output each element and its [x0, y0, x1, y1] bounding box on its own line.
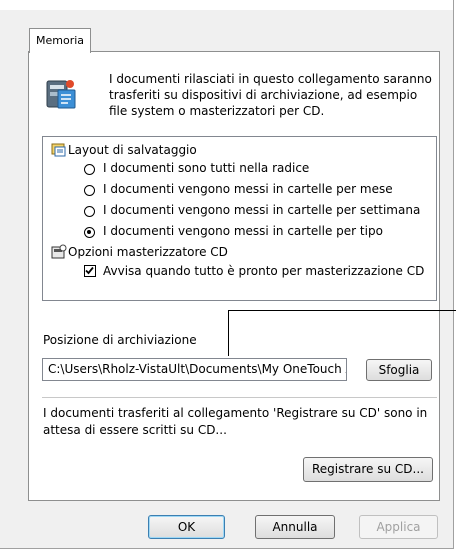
tab-memoria[interactable]: Memoria: [29, 28, 92, 53]
radio-month[interactable]: [84, 185, 95, 196]
apply-button[interactable]: Applica: [359, 515, 438, 539]
tab-panel: I documenti rilasciati in questo collega…: [28, 51, 440, 501]
separator: [42, 397, 437, 398]
storage-device-icon: [46, 80, 76, 109]
radio-type-label[interactable]: I documenti vengono messi in cartelle pe…: [103, 222, 383, 240]
radio-root[interactable]: [84, 164, 95, 175]
callout-line-horizontal: [228, 310, 456, 311]
callout-line-vertical: [228, 310, 229, 356]
properties-dialog: Memoria I documenti rilasciati in questo…: [0, 0, 454, 549]
storage-location-label: Posizione di archiviazione: [43, 333, 197, 347]
radio-month-label[interactable]: I documenti vengono messi in cartelle pe…: [103, 180, 393, 198]
top-strip: [0, 0, 453, 10]
cd-burner-options-icon: [51, 244, 67, 259]
radio-week-label[interactable]: I documenti vengono messi in cartelle pe…: [103, 201, 420, 219]
notify-checkbox[interactable]: [84, 265, 96, 277]
options-list[interactable]: Layout di salvataggio I documenti sono t…: [42, 136, 437, 301]
burn-info-text: I documenti trasferiti al collegamento '…: [43, 406, 428, 437]
radio-week[interactable]: [84, 206, 95, 217]
cd-category-label: Opzioni masterizzatore CD: [68, 245, 228, 259]
layout-category-label: Layout di salvataggio: [68, 143, 197, 157]
checkmark-icon: [85, 266, 94, 275]
ok-button[interactable]: OK: [148, 515, 225, 539]
radio-type[interactable]: [84, 227, 95, 238]
browse-button[interactable]: Sfoglia: [366, 359, 432, 381]
intro-description: I documenti rilasciati in questo collega…: [109, 72, 432, 118]
radio-root-label[interactable]: I documenti sono tutti nella radice: [103, 159, 309, 177]
notify-checkbox-label[interactable]: Avvisa quando tutto è pronto per masteri…: [103, 262, 424, 280]
save-layout-icon: [51, 143, 66, 157]
burn-cd-button[interactable]: Registrare su CD...: [303, 457, 433, 482]
storage-path-input[interactable]: C:\Users\Rholz-VistaUlt\Documents\My One…: [42, 358, 347, 381]
cancel-button[interactable]: Annulla: [255, 515, 335, 539]
